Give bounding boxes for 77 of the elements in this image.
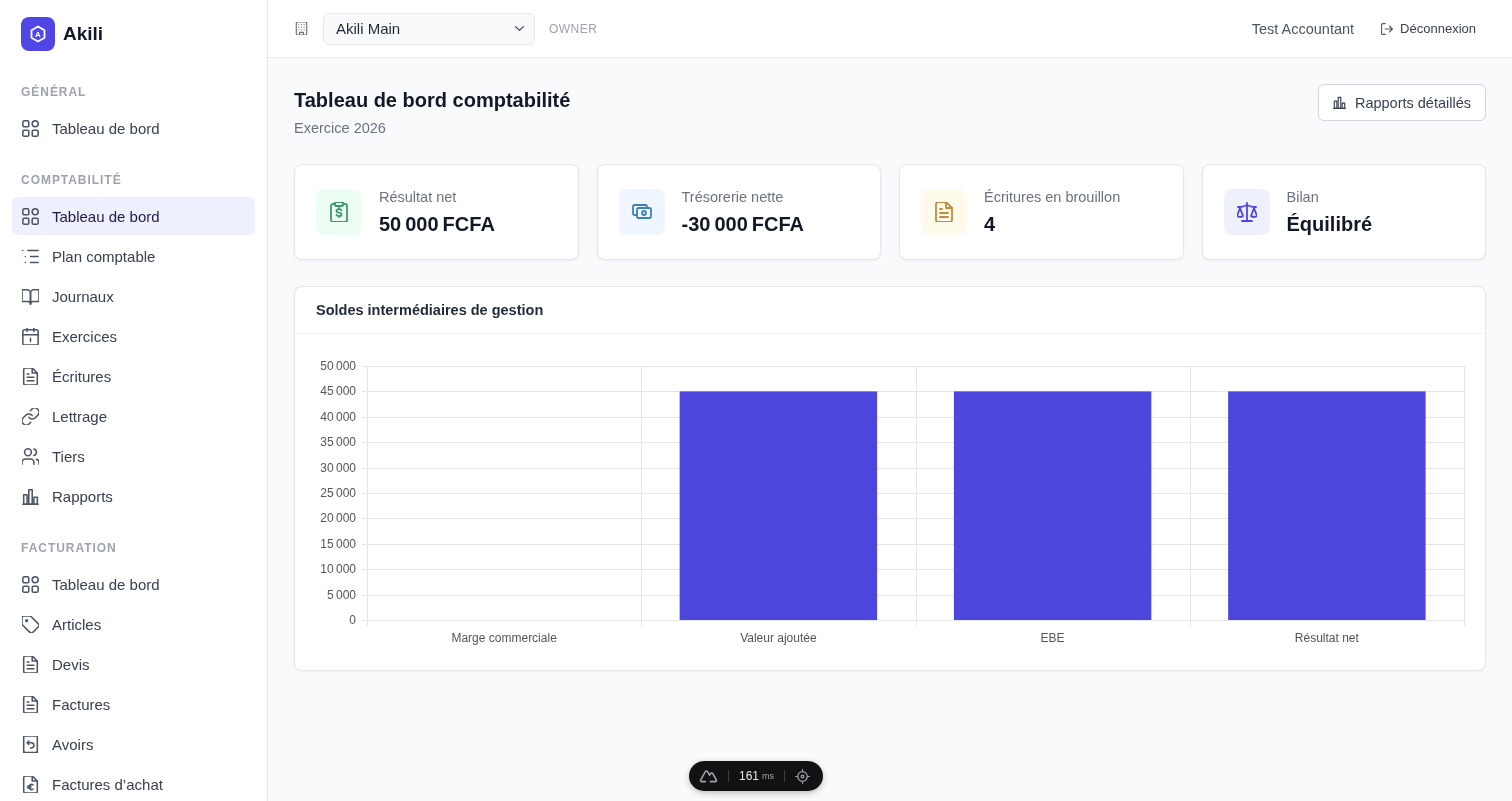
y-axis-label: 40 000 <box>320 409 356 424</box>
reports-button[interactable]: Rapports détaillés <box>1317 84 1486 121</box>
x-axis-label: Résultat net <box>1294 631 1359 645</box>
calendar-icon <box>22 327 39 345</box>
euro-document-icon <box>22 775 39 793</box>
grid-icon <box>22 575 39 593</box>
stat-label: Trésorerie nette <box>681 188 785 207</box>
bar-chart-icon <box>1332 96 1346 109</box>
y-axis-label: 25 000 <box>320 486 356 500</box>
x-axis-label: Marge commerciale <box>451 631 557 645</box>
y-axis-label: 10 000 <box>320 562 356 577</box>
brand-name: Akili <box>63 23 104 45</box>
nav-item[interactable]: Tiers <box>12 437 255 475</box>
document-icon <box>22 367 39 385</box>
nav-item[interactable]: Factures d’achat <box>12 765 255 801</box>
nav-item[interactable]: Lettrage <box>12 397 255 435</box>
receipt-icon <box>22 735 39 753</box>
tag-icon <box>22 615 39 633</box>
nav-item[interactable]: Plan comptable <box>12 237 255 275</box>
crosshair-icon[interactable] <box>795 768 811 784</box>
logout-icon <box>1381 22 1394 35</box>
scale-icon <box>1223 189 1270 235</box>
section-heading: COMPTABILITÉ <box>20 172 123 188</box>
stat-value: 50 000 FCFA <box>379 212 495 237</box>
nav-item[interactable]: Journaux <box>12 277 255 315</box>
link-icon <box>22 407 39 425</box>
document-icon <box>22 655 39 673</box>
y-axis-label: 5 000 <box>326 587 356 602</box>
section-heading: FACTURATION <box>20 540 118 556</box>
y-axis-label: 15 000 <box>320 536 356 551</box>
y-axis-label: 35 000 <box>320 435 356 450</box>
document-icon <box>921 189 967 235</box>
nav-item[interactable]: Exercices <box>12 317 255 355</box>
mountain-logo-icon[interactable] <box>699 769 718 783</box>
role-label: OWNER <box>549 21 598 36</box>
people-icon <box>22 447 39 465</box>
page-subtitle: Exercice 2026 <box>294 119 387 138</box>
organization-select[interactable]: Akili Main <box>323 12 535 45</box>
nav-item[interactable]: Devis <box>12 645 255 683</box>
nav-item[interactable]: Tableau de bord <box>12 565 255 603</box>
stat-label: Bilan <box>1286 188 1320 207</box>
nav-item[interactable]: Écritures <box>12 357 255 395</box>
x-axis-label: Valeur ajoutée <box>740 631 817 645</box>
document-icon <box>22 695 39 713</box>
list-icon <box>22 247 39 265</box>
stat-value: -30 000 FCFA <box>681 212 804 237</box>
section-heading: GÉNÉRAL <box>20 84 88 100</box>
clipboard-dollar-icon <box>316 189 362 235</box>
book-icon <box>22 287 39 305</box>
nav-item[interactable]: Tableau de bord <box>12 109 255 147</box>
nav-item[interactable]: Articles <box>12 605 255 643</box>
stat-value: 4 <box>984 212 997 237</box>
nav-item[interactable]: Rapports <box>12 477 255 515</box>
x-axis-label: EBE <box>1040 631 1065 645</box>
stat-label: Écritures en brouillon <box>984 188 1121 207</box>
y-axis-label: 20 000 <box>320 511 356 526</box>
page-title: Tableau de bord comptabilité <box>294 88 571 113</box>
render-time: 161 <box>739 769 760 783</box>
bar-chart-icon <box>22 487 39 505</box>
logout-button[interactable]: Déconnexion <box>1381 21 1476 36</box>
y-axis-label: 50 000 <box>320 359 356 373</box>
time-unit: ms <box>762 771 775 781</box>
y-axis-label: 0 <box>349 613 356 627</box>
nav-item[interactable]: Tableau de bord <box>12 197 255 235</box>
nav-item[interactable]: Avoirs <box>12 725 255 763</box>
y-axis-label: 45 000 <box>320 384 356 399</box>
building-icon <box>295 22 308 35</box>
stat-value: Équilibré <box>1286 212 1373 237</box>
grid-icon <box>22 207 39 225</box>
chart-title: Soldes intermédiaires de gestion <box>316 302 544 318</box>
nav-item[interactable]: Factures <box>12 685 255 723</box>
banknotes-icon <box>618 189 665 235</box>
user-name: Test Accountant <box>1251 20 1355 37</box>
grid-icon <box>22 119 39 137</box>
y-axis-label: 30 000 <box>320 460 356 475</box>
stat-label: Résultat net <box>379 188 458 207</box>
logo: A <box>21 17 55 51</box>
